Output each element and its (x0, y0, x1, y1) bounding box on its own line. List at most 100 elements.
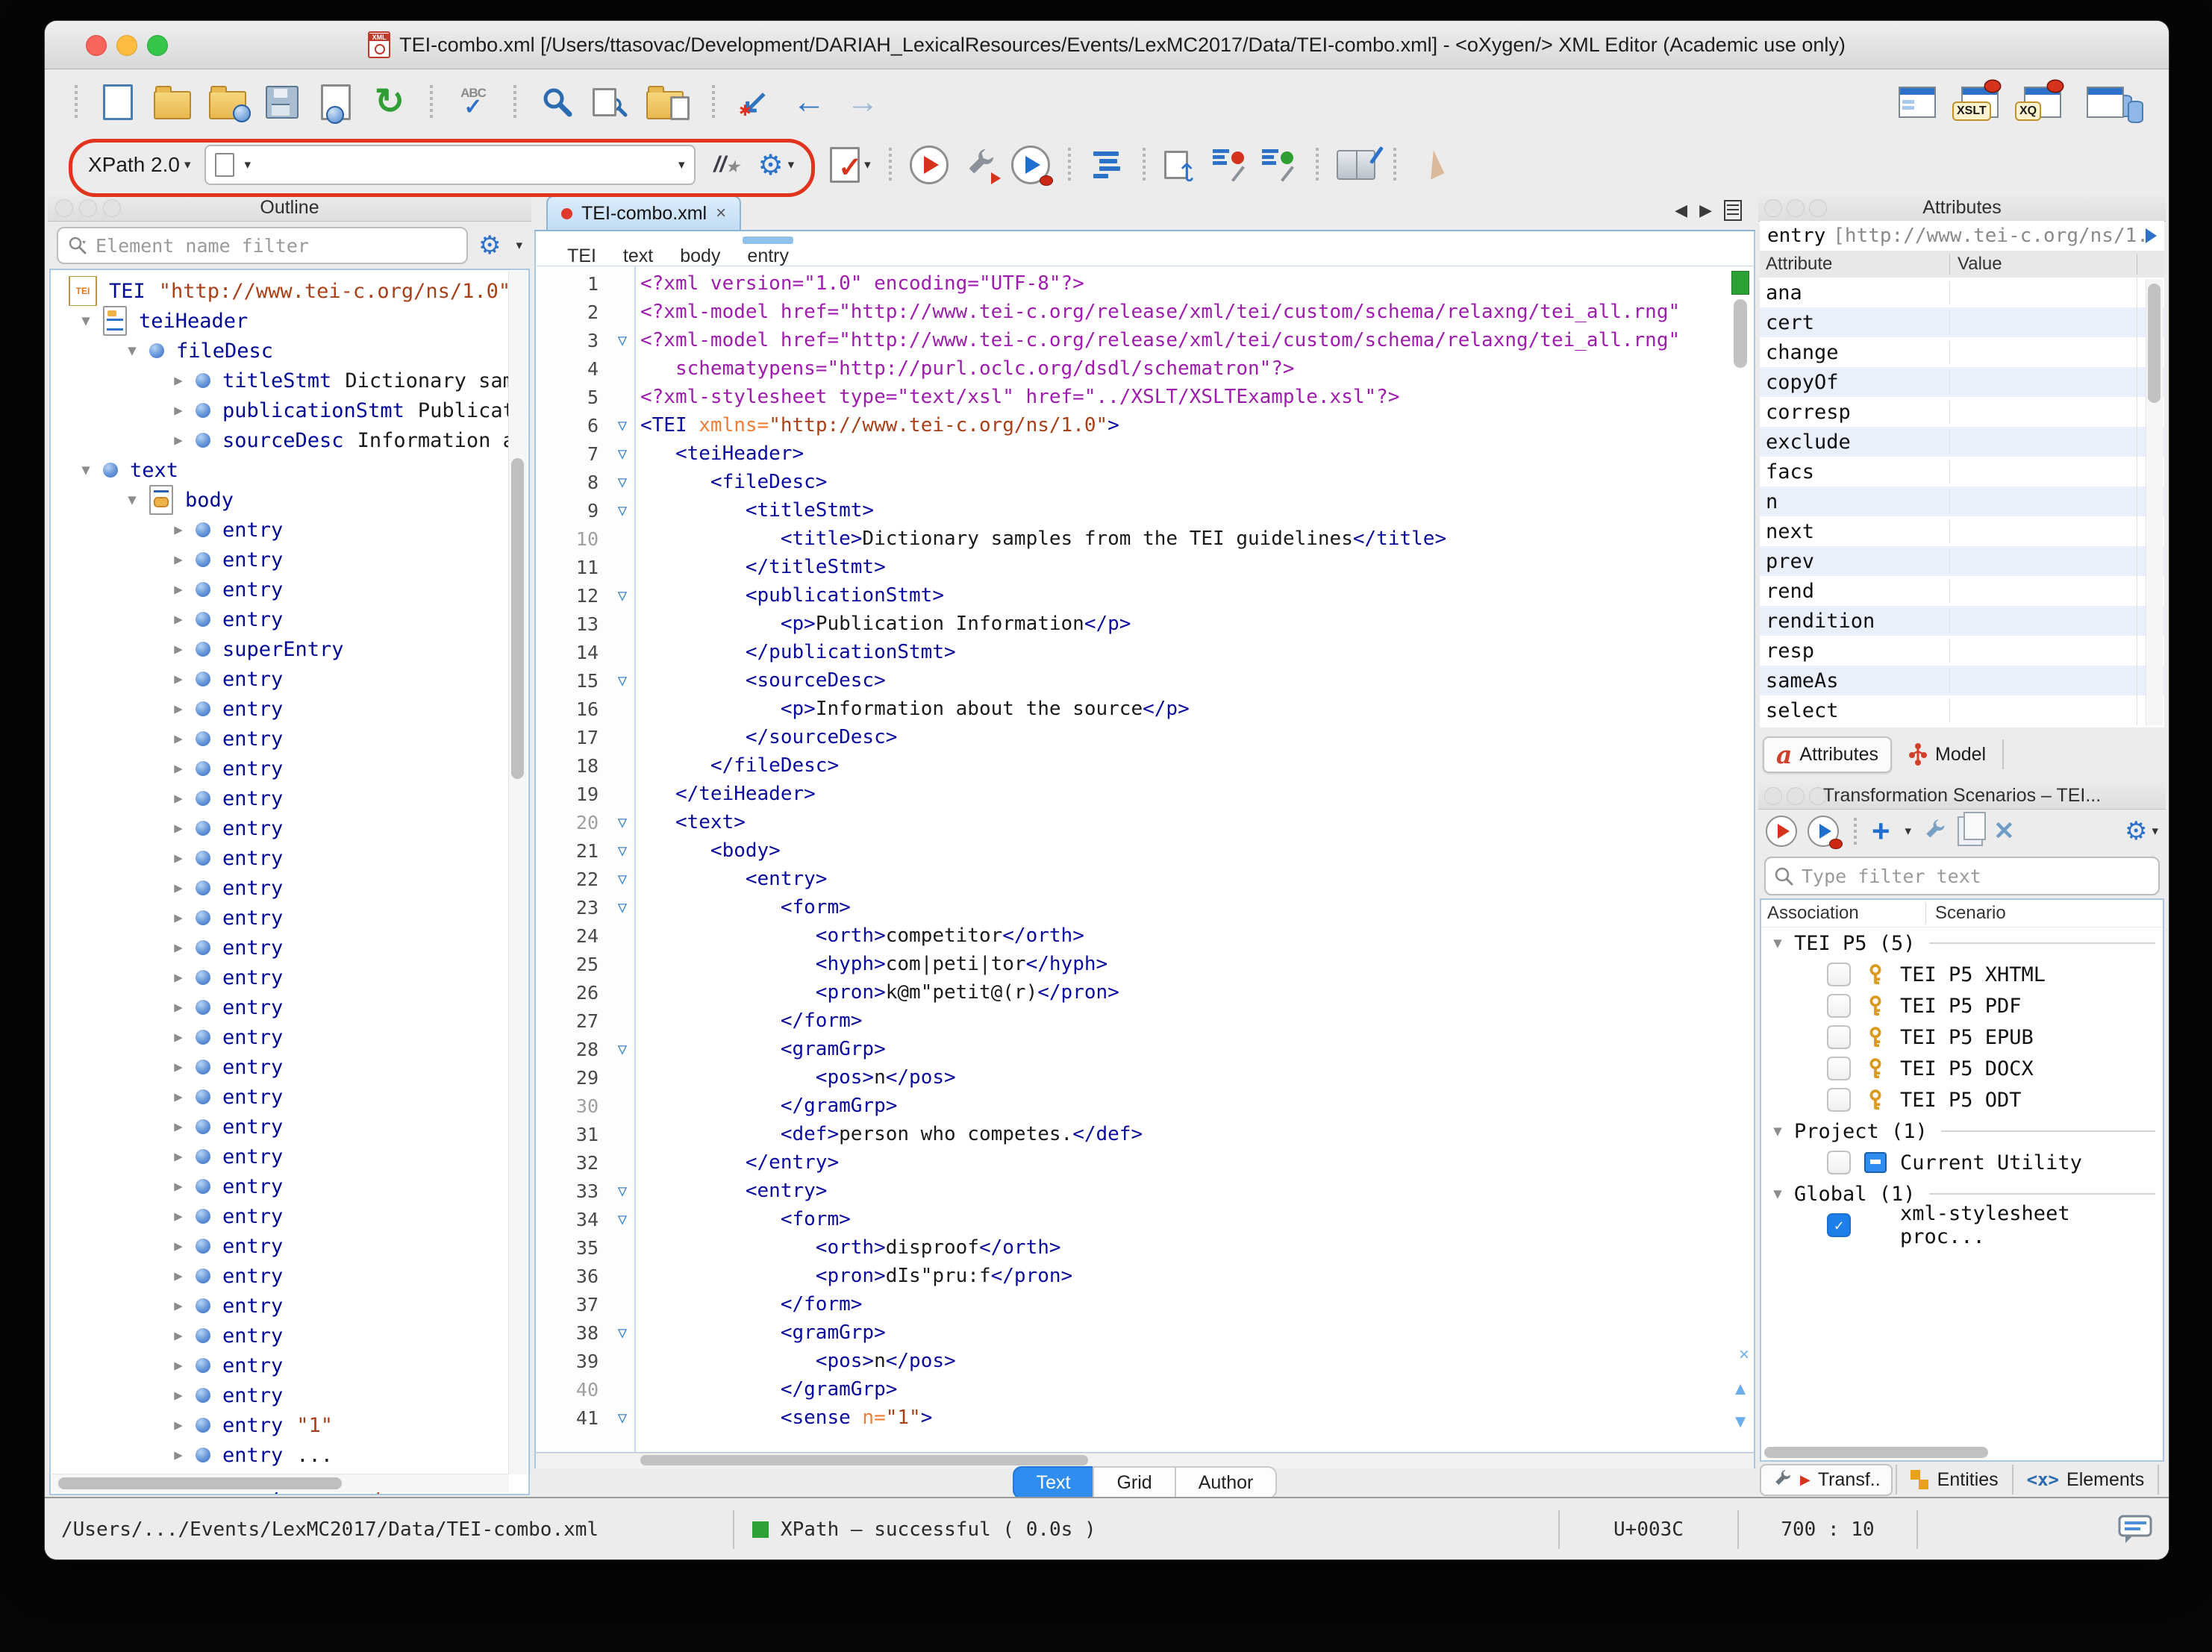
expander-icon[interactable]: ▶ (161, 850, 196, 866)
panel-button[interactable] (1809, 199, 1827, 217)
associate-stylesheet-button[interactable]: ↩ (1163, 146, 1199, 184)
fold-toggle-icon[interactable]: ▽ (604, 586, 640, 604)
find-in-files-button[interactable] (646, 83, 690, 122)
outline-tree-item[interactable]: ▶entry (51, 664, 528, 694)
run-scenario-button[interactable] (1766, 816, 1797, 847)
expand-element-icon[interactable] (2146, 228, 2157, 243)
attribute-value[interactable] (1950, 695, 2137, 725)
outline-tree-item[interactable]: ▶publicationStmtPublication Information (51, 395, 528, 425)
code-text[interactable]: <?xml-model href="http://www.tei-c.org/r… (640, 329, 1724, 351)
attributes-vertical-scrollbar[interactable] (2146, 279, 2163, 725)
outline-tree-item[interactable]: ▶entry (51, 903, 528, 933)
attribute-value[interactable] (1950, 606, 2137, 636)
scenario-item[interactable]: TEI P5 DOCX (1761, 1053, 2163, 1084)
code-text[interactable]: </gramGrp> (640, 1095, 1724, 1117)
code-text[interactable]: <p>Publication Information</p> (640, 613, 1724, 635)
code-text[interactable]: <titleStmt> (640, 499, 1724, 522)
expander-icon[interactable]: ▶ (161, 432, 196, 448)
code-text[interactable]: <TEI xmlns="http://www.tei-c.org/ns/1.0"… (640, 414, 1724, 437)
fold-toggle-icon[interactable]: ▽ (604, 1182, 640, 1200)
expander-icon[interactable]: ▶ (161, 551, 196, 568)
outline-tree-item[interactable]: ▶entry (51, 1321, 528, 1351)
expander-icon[interactable]: ▼ (1761, 1123, 1794, 1139)
code-text[interactable]: </entry> (640, 1151, 1724, 1174)
attribute-value[interactable] (1950, 337, 2137, 367)
editor-layout-button[interactable] (1899, 83, 1936, 122)
code-text[interactable]: </fileDesc> (640, 754, 1724, 777)
code-text[interactable]: <body> (640, 839, 1724, 862)
outline-tree-item[interactable]: ▶titleStmtDictionary samples from the TE… (51, 366, 528, 395)
expander-icon[interactable]: ▶ (161, 969, 196, 986)
panel-button[interactable] (1787, 199, 1805, 217)
zoom-window-button[interactable] (147, 35, 168, 56)
previous-match-icon[interactable]: ▲ (1731, 1380, 1749, 1398)
database-perspective-button[interactable] (2087, 83, 2143, 122)
save-to-url-button[interactable] (318, 83, 354, 122)
attribute-value[interactable] (1950, 307, 2137, 337)
edit-scenario-button[interactable] (1922, 819, 1947, 844)
fold-toggle-icon[interactable]: ▽ (604, 445, 640, 463)
close-window-button[interactable] (86, 35, 107, 56)
outline-tree-item[interactable]: ▶entry (51, 783, 528, 813)
outline-tree-item[interactable]: ▶entry (51, 963, 528, 992)
code-text[interactable]: <gramGrp> (640, 1038, 1724, 1060)
fold-toggle-icon[interactable]: ▽ (604, 842, 640, 860)
expander-icon[interactable]: ▶ (161, 1298, 196, 1314)
tab-transformation[interactable]: ▶ Transf.. (1760, 1464, 1893, 1496)
panel-button[interactable] (103, 199, 121, 217)
element-name-filter[interactable] (57, 227, 468, 264)
code-text[interactable]: </form> (640, 1010, 1724, 1032)
code-text[interactable]: </teiHeader> (640, 783, 1724, 805)
delete-scenario-button[interactable]: ✕ (1993, 816, 2015, 846)
code-text[interactable]: <orth>disproof</orth> (640, 1236, 1724, 1259)
attribute-row[interactable]: ana (1760, 278, 2164, 307)
outline-tree-item[interactable]: ▼fileDesc (51, 336, 528, 366)
outline-tree-item[interactable]: ▶entry (51, 1142, 528, 1171)
prev-tab-icon[interactable]: ◀ (1675, 201, 1687, 220)
xquery-debugger-button[interactable]: XQ (2024, 83, 2061, 122)
expander-icon[interactable]: ▶ (161, 1447, 196, 1463)
save-button[interactable] (264, 83, 300, 122)
expander-icon[interactable]: ▶ (161, 999, 196, 1016)
outline-tree-item[interactable]: ▶entry (51, 1380, 528, 1410)
expander-icon[interactable]: ▶ (161, 1387, 196, 1404)
forward-button[interactable]: → (845, 83, 881, 122)
code-text[interactable]: schematypens="http://purl.oclc.org/dsdl/… (640, 357, 1724, 380)
attribute-row[interactable]: corresp (1760, 397, 2164, 427)
scenario-filter-input[interactable] (1800, 865, 2151, 888)
fold-toggle-icon[interactable]: ▽ (604, 1040, 640, 1058)
outline-tree-item[interactable]: ▶entry (51, 754, 528, 783)
new-document-button[interactable] (100, 83, 136, 122)
attribute-value[interactable] (1950, 278, 2137, 307)
outline-tree-item[interactable]: ▶entry (51, 515, 528, 545)
outline-tree-item[interactable]: ▶entry (51, 545, 528, 575)
fold-toggle-icon[interactable]: ▽ (604, 1324, 640, 1342)
attribute-value[interactable] (1950, 427, 2137, 457)
reload-button[interactable]: ↻ (372, 83, 407, 122)
panel-button[interactable] (55, 199, 73, 217)
scenario-item[interactable]: TEI P5 PDF (1761, 990, 2163, 1021)
code-text[interactable]: <?xml-stylesheet type="text/xsl" href=".… (640, 386, 1724, 408)
outline-tree-item[interactable]: ▼teiHeader (51, 306, 528, 336)
attribute-row[interactable]: sameAs (1760, 666, 2164, 695)
expander-icon[interactable]: ▼ (1761, 1186, 1794, 1202)
expander-icon[interactable]: ▼ (115, 342, 149, 359)
expander-icon[interactable]: ▶ (161, 522, 196, 538)
outline-horizontal-scrollbar[interactable] (52, 1474, 509, 1492)
mode-text-button[interactable]: Text (1013, 1466, 1095, 1499)
expander-icon[interactable]: ▶ (161, 1148, 196, 1165)
panel-button[interactable] (79, 199, 97, 217)
expander-icon[interactable]: ▶ (161, 790, 196, 807)
close-highlight-icon[interactable]: × (1739, 1346, 1749, 1364)
scrollbar-thumb[interactable] (1764, 1447, 1988, 1458)
expander-icon[interactable]: ▶ (161, 671, 196, 687)
scenario-group[interactable]: ▼Project (1) (1761, 1116, 2163, 1147)
outline-tree-item[interactable]: ▶entry (51, 604, 528, 634)
expander-icon[interactable]: ▶ (161, 402, 196, 419)
code-text[interactable]: <hyph>com|peti|tor</hyph> (640, 953, 1724, 975)
outline-tree-item[interactable]: ▶entry (51, 1022, 528, 1052)
validate-button[interactable]: ✓▾ (830, 146, 871, 184)
debug-scenario-button[interactable] (1011, 146, 1050, 184)
code-text[interactable]: <pron>k@m"petit@(r)</pron> (640, 981, 1724, 1004)
attribute-row[interactable]: copyOf (1760, 367, 2164, 397)
